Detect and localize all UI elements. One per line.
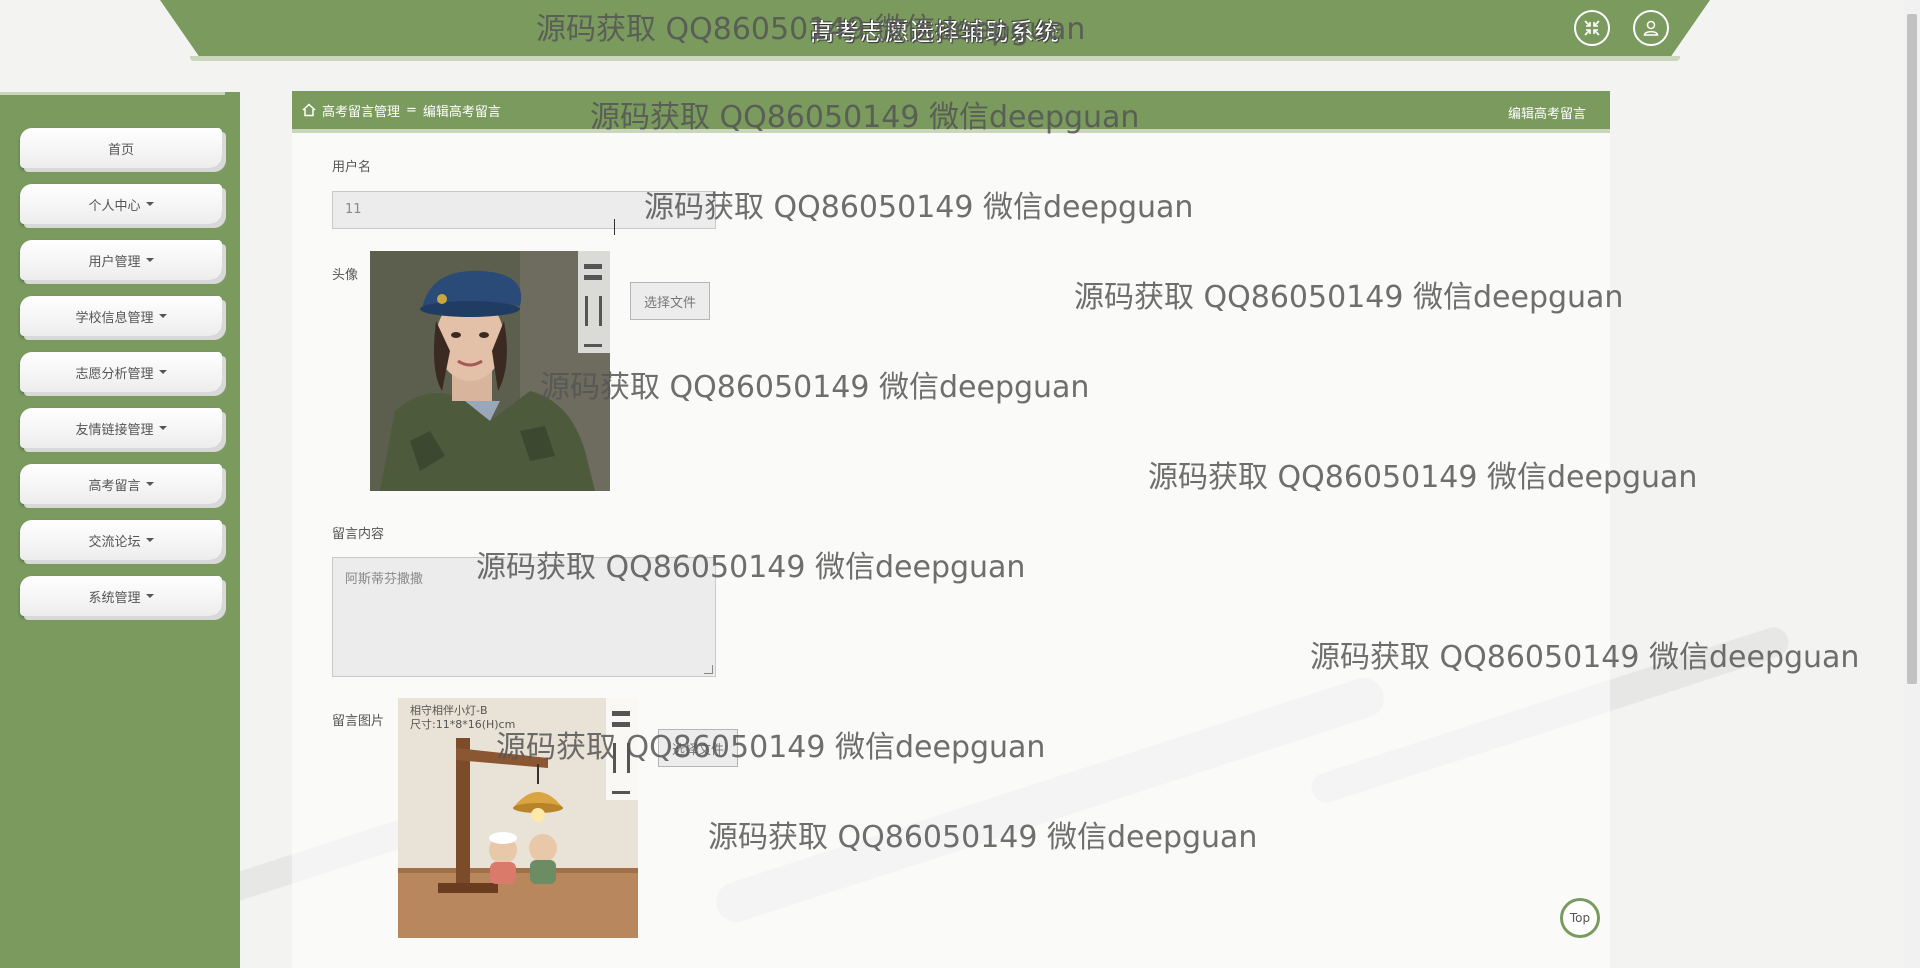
fullscreen-exit-button[interactable] — [1574, 10, 1610, 46]
sidebar-item-friendly-links[interactable]: 友情链接管理 — [20, 408, 222, 448]
caret-down-icon — [145, 538, 154, 542]
caret-down-icon — [145, 258, 154, 262]
divider-icon — [627, 743, 630, 773]
sidebar-item-label: 首页 — [107, 142, 134, 158]
sidebar-item-school-info[interactable]: 学校信息管理 — [20, 296, 222, 336]
username-input[interactable]: 11 — [332, 191, 716, 229]
sidebar-item-label: 用户管理 — [88, 254, 141, 270]
back-to-top-button[interactable]: Top — [1560, 898, 1600, 938]
sidebar-item-system-management[interactable]: 系统管理 — [20, 576, 222, 616]
avatar-image — [370, 251, 610, 491]
scrollbar[interactable] — [1904, 0, 1920, 968]
header-rim — [190, 56, 1680, 61]
breadcrumb-separator: = — [406, 102, 417, 118]
scrollbar-thumb[interactable] — [1907, 14, 1917, 684]
panel-title: 编辑高考留言 — [1507, 107, 1586, 122]
avatar-label: 头像 — [332, 268, 359, 283]
sidebar-item-forum[interactable]: 交流论坛 — [20, 520, 222, 560]
sidebar-item-label: 交流论坛 — [88, 534, 141, 550]
text-cursor — [614, 219, 617, 235]
caret-down-icon — [145, 594, 154, 598]
sidebar-item-label: 高考留言 — [88, 478, 141, 494]
user-icon — [1643, 20, 1659, 36]
resize-handle-icon[interactable] — [704, 665, 713, 674]
message-image-file-button[interactable]: 选择文件 — [658, 729, 738, 767]
home-icon[interactable] — [302, 103, 316, 117]
username-label: 用户名 — [332, 160, 372, 175]
minus-icon[interactable] — [612, 791, 630, 794]
sidebar-item-label: 个人中心 — [88, 198, 141, 214]
divider-icon — [585, 296, 588, 326]
divider-icon — [613, 743, 616, 773]
sidebar-item-personal-center[interactable]: 个人中心 — [20, 184, 222, 224]
message-image-caption-line: 相守相伴小灯-B — [410, 704, 488, 717]
sidebar-cap-line — [0, 92, 225, 95]
drag-handle-icon — [584, 275, 602, 280]
sidebar-item-home[interactable]: 首页 — [20, 128, 222, 168]
sidebar-item-user-management[interactable]: 用户管理 — [20, 240, 222, 280]
sidebar-item-volunteer-analysis[interactable]: 志愿分析管理 — [20, 352, 222, 392]
avatar-file-button[interactable]: 选择文件 — [630, 282, 710, 320]
content-label: 留言内容 — [332, 527, 385, 542]
drag-handle-icon[interactable] — [612, 711, 630, 716]
sidebar-item-label: 系统管理 — [88, 590, 141, 606]
content-textarea[interactable]: 阿斯蒂芬撒撒 — [332, 557, 716, 677]
content-text: 阿斯蒂芬撒撒 — [345, 572, 424, 587]
breadcrumb-current: 编辑高考留言 — [422, 104, 501, 120]
sidebar-item-label: 友情链接管理 — [75, 422, 154, 438]
user-button[interactable] — [1633, 10, 1669, 46]
message-image-caption-line: 尺寸:11*8*16(H)cm — [410, 718, 516, 731]
drag-handle-icon — [612, 722, 630, 727]
divider-icon — [599, 296, 602, 326]
breadcrumb-parent-link[interactable]: 高考留言管理 — [322, 101, 400, 120]
sidebar-item-label: 志愿分析管理 — [75, 366, 154, 382]
breadcrumb: 高考留言管理 = 编辑高考留言 编辑高考留言 — [292, 91, 1610, 133]
caret-down-icon — [158, 426, 167, 430]
sidebar-item-label: 学校信息管理 — [75, 310, 154, 326]
fullscreen-exit-icon — [1584, 20, 1600, 36]
app-title: 高考志愿选择辅助系统 — [810, 18, 1060, 46]
message-image-label: 留言图片 — [332, 714, 385, 729]
caret-down-icon — [145, 482, 154, 486]
message-image: 相守相伴小灯-B 尺寸:11*8*16(H)cm — [398, 698, 638, 938]
sidebar-item-exam-messages[interactable]: 高考留言 — [20, 464, 222, 504]
message-image-caption: 相守相伴小灯-B 尺寸:11*8*16(H)cm — [410, 704, 515, 732]
caret-down-icon — [158, 314, 167, 318]
caret-down-icon — [158, 370, 167, 374]
top-header: 高考志愿选择辅助系统 — [160, 0, 1710, 56]
minus-icon[interactable] — [584, 344, 602, 347]
caret-down-icon — [145, 202, 154, 206]
drag-handle-icon[interactable] — [584, 264, 602, 269]
